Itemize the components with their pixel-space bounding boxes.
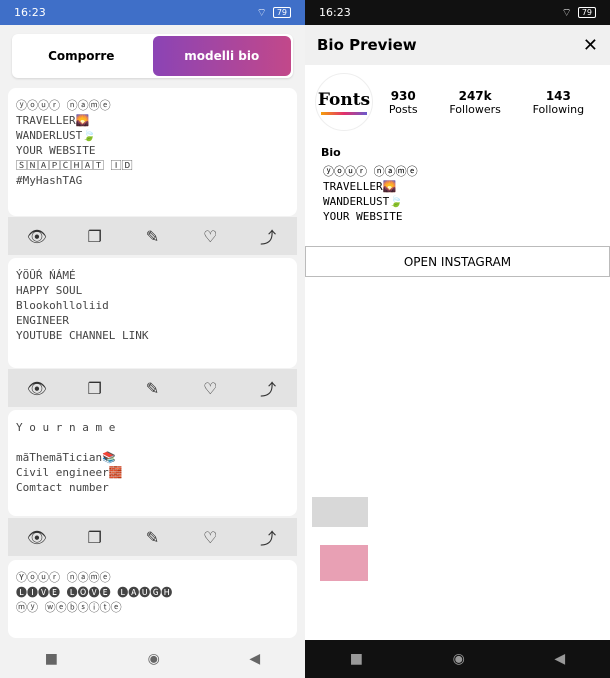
battery-icon: 79 bbox=[272, 7, 291, 18]
mode-switch: Comporre modelli bio bbox=[12, 34, 293, 78]
bio-title: Bio bbox=[321, 146, 341, 159]
bio-template-text: Ⓨⓞⓤⓡ ⓝⓐⓜⓔ 🅛🅘🅥🅔 🅛🅞🅥🅔 🅛🅐🅤🅖🅗 ⓜⓨ ⓦⓔⓑⓢⓘⓣⓔ bbox=[16, 571, 173, 614]
copy-icon[interactable]: ❐ bbox=[80, 528, 110, 547]
heart-icon[interactable]: ♡ bbox=[195, 528, 225, 547]
view-icon[interactable]: 👁 bbox=[22, 227, 52, 246]
open-instagram-button[interactable]: OPEN INSTAGRAM bbox=[305, 246, 610, 277]
bio-template-card[interactable]: ÝÖÛŔ ŃÁMÉ HAPPY SOUL Blookohlloliid ENGI… bbox=[8, 258, 297, 368]
avatar: Fonts bbox=[315, 73, 373, 131]
stat-posts: 930 Posts bbox=[388, 88, 418, 116]
bio-template-card[interactable]: Y o u r n a m e mãThemãTician📚 Civil eng… bbox=[8, 410, 297, 516]
view-icon[interactable]: 👁 bbox=[22, 379, 52, 398]
status-time: 16:23 bbox=[14, 6, 46, 19]
right-phone: 16:23 ⌔ 79 Bio Preview ✕ Fonts 930 Posts… bbox=[305, 0, 610, 678]
home-icon[interactable]: ◉ bbox=[148, 651, 160, 667]
recents-icon[interactable]: ■ bbox=[350, 651, 363, 667]
view-icon[interactable]: 👁 bbox=[22, 528, 52, 547]
ad-placeholder bbox=[320, 545, 368, 581]
profile-stats: 930 Posts 247k Followers 143 Following bbox=[373, 89, 600, 116]
battery-icon: 79 bbox=[577, 7, 596, 18]
tab-compose[interactable]: Comporre bbox=[12, 34, 151, 78]
status-bar: 16:23 ⌔ 79 bbox=[0, 0, 305, 25]
bio-preview-header: Bio Preview ✕ bbox=[305, 25, 610, 65]
ad-placeholder bbox=[312, 497, 368, 527]
home-icon[interactable]: ◉ bbox=[453, 651, 465, 667]
bio-template-card[interactable]: ⓨⓞⓤⓡ ⓝⓐⓜⓔ TRAVELLER🌄 WANDERLUST🍃 YOUR WE… bbox=[8, 88, 297, 216]
stat-followers: 247k Followers bbox=[449, 88, 501, 116]
wifi-icon: ⌔ bbox=[561, 5, 572, 19]
edit-icon[interactable]: ✎ bbox=[137, 528, 167, 547]
edit-icon[interactable]: ✎ bbox=[137, 379, 167, 398]
logo-text: Fonts bbox=[317, 89, 371, 110]
edit-icon[interactable]: ✎ bbox=[137, 227, 167, 246]
share-icon[interactable]: ⤴ bbox=[253, 525, 283, 549]
bio-template-card[interactable]: Ⓨⓞⓤⓡ ⓝⓐⓜⓔ 🅛🅘🅥🅔 🅛🅞🅥🅔 🅛🅐🅤🅖🅗 ⓜⓨ ⓦⓔⓑⓢⓘⓣⓔ bbox=[8, 560, 297, 638]
recents-icon[interactable]: ■ bbox=[45, 651, 58, 667]
profile-header: Fonts 930 Posts 247k Followers 143 Follo… bbox=[305, 65, 610, 139]
system-nav-bar: ■ ◉ ◀ bbox=[305, 640, 610, 678]
bio-template-text: ÝÖÛŔ ŃÁMÉ HAPPY SOUL Blookohlloliid ENGI… bbox=[16, 269, 149, 342]
page-title: Bio Preview bbox=[317, 36, 417, 54]
bio-section: Bio ⓨⓞⓤⓡ ⓝⓐⓜⓔ TRAVELLER🌄 WANDERLUST🍃 YOU… bbox=[305, 139, 610, 230]
wifi-icon: ⌔ bbox=[256, 5, 267, 19]
share-icon[interactable]: ⤴ bbox=[253, 224, 283, 248]
back-icon[interactable]: ◀ bbox=[554, 651, 565, 667]
system-nav-bar: ■ ◉ ◀ bbox=[0, 640, 305, 678]
stat-following: 143 Following bbox=[532, 88, 585, 116]
heart-icon[interactable]: ♡ bbox=[195, 379, 225, 398]
copy-icon[interactable]: ❐ bbox=[80, 227, 110, 246]
bio-text: ⓨⓞⓤⓡ ⓝⓐⓜⓔ TRAVELLER🌄 WANDERLUST🍃 YOUR WE… bbox=[323, 165, 418, 223]
close-icon[interactable]: ✕ bbox=[583, 35, 598, 56]
left-phone: 16:23 ⌔ 79 Comporre modelli bio ⓨⓞⓤⓡ ⓝⓐⓜ… bbox=[0, 0, 305, 678]
template-actions: 👁 ❐ ✎ ♡ ⤴ bbox=[8, 518, 297, 556]
tab-bio-templates[interactable]: modelli bio bbox=[152, 36, 291, 76]
template-actions: 👁 ❐ ✎ ♡ ⤴ bbox=[8, 369, 297, 407]
heart-icon[interactable]: ♡ bbox=[195, 227, 225, 246]
bio-template-text: ⓨⓞⓤⓡ ⓝⓐⓜⓔ TRAVELLER🌄 WANDERLUST🍃 YOUR WE… bbox=[16, 99, 133, 187]
share-icon[interactable]: ⤴ bbox=[253, 376, 283, 400]
back-icon[interactable]: ◀ bbox=[249, 651, 260, 667]
bio-template-text: Y o u r n a m e mãThemãTician📚 Civil eng… bbox=[16, 421, 123, 494]
status-time: 16:23 bbox=[319, 6, 351, 19]
template-actions: 👁 ❐ ✎ ♡ ⤴ bbox=[8, 217, 297, 255]
copy-icon[interactable]: ❐ bbox=[80, 379, 110, 398]
status-bar: 16:23 ⌔ 79 bbox=[305, 0, 610, 25]
